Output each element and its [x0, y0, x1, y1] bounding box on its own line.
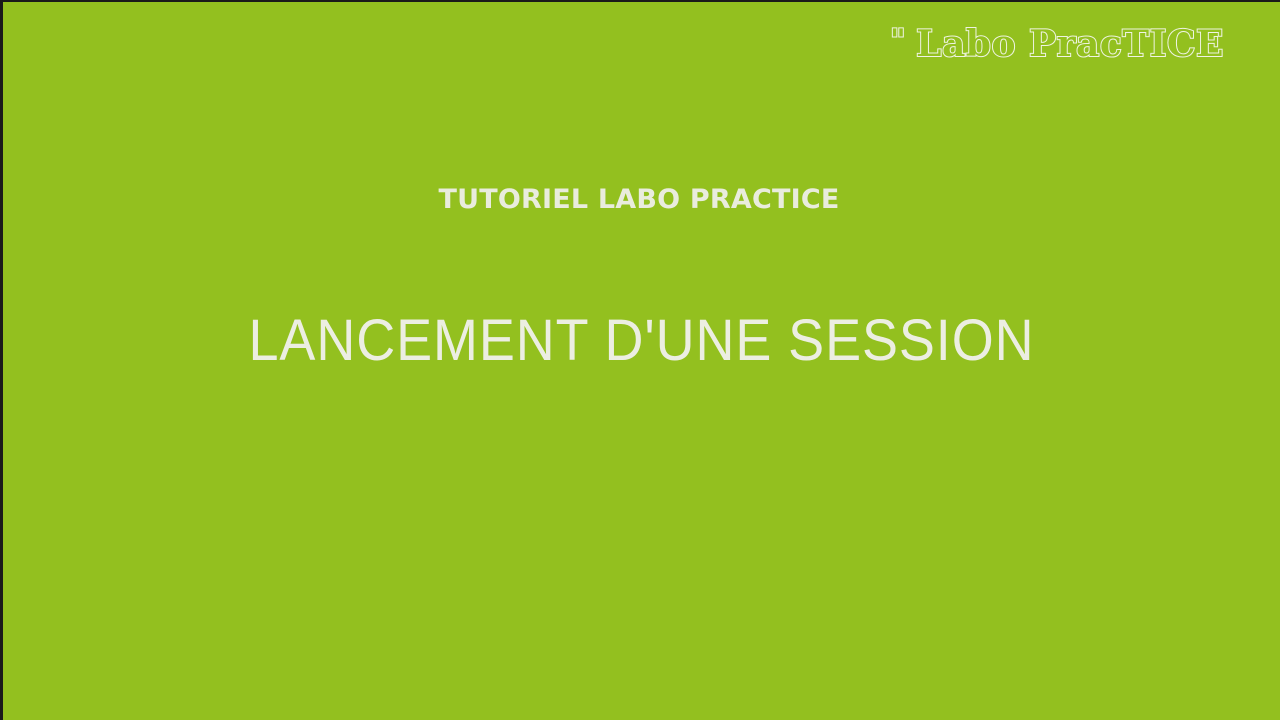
slide-title: LANCEMENT D'UNE SESSION	[248, 308, 1035, 373]
title-slide: " Labo PracTICE TUTORIEL LABO PRACTICE LA…	[3, 2, 1280, 720]
logo-text: Labo PracTICE	[915, 23, 1224, 65]
logo-quote-mark: "	[889, 23, 907, 58]
slide-subtitle: TUTORIEL LABO PRACTICE	[438, 184, 840, 215]
labo-practice-logo: " Labo PracTICE	[889, 23, 1225, 65]
